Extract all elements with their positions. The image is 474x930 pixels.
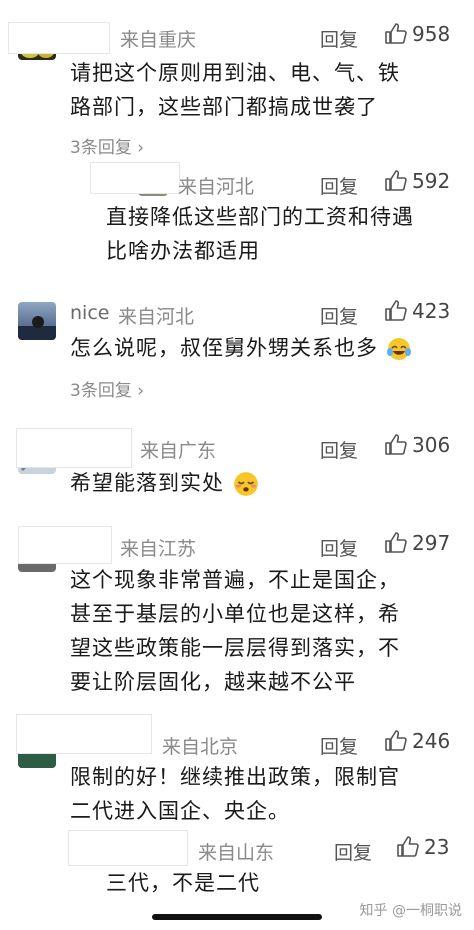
thumbs-up-icon	[385, 23, 407, 44]
thumbs-up-icon	[385, 434, 407, 455]
like-count: 246	[412, 729, 451, 753]
comment-text: 希望能落到实处	[70, 466, 260, 500]
like-count: 297	[412, 531, 451, 555]
comment-text: 怎么说呢，叔侄舅外甥关系也多	[70, 331, 412, 365]
like-count: 958	[412, 22, 451, 46]
thumbs-up-icon	[385, 300, 407, 321]
thumbs-up-icon	[397, 836, 419, 857]
like-button[interactable]: 592	[384, 169, 450, 193]
relieved-face-emoji-icon	[233, 472, 258, 496]
watermark: 知乎 @一桐职说	[359, 903, 462, 919]
comment-text: 三代，不是二代	[106, 871, 260, 895]
view-replies-link[interactable]: 3条回复 ›	[70, 133, 144, 158]
reply-button[interactable]: 回复	[334, 838, 372, 865]
comment-location: 来自河北	[118, 306, 195, 328]
avatar[interactable]	[18, 302, 56, 340]
comment-text: 直接降低这些部门的工资和待遇 比啥办法都适用	[106, 205, 414, 263]
like-button[interactable]: 306	[384, 433, 450, 457]
like-button[interactable]: 423	[384, 299, 450, 323]
comment-text: 这个现象非常普遍，不止是国企， 甚至于基层的小单位也是这样，希 望这些政策能一层…	[70, 568, 400, 694]
comment-location: 来自山东	[198, 842, 275, 864]
comment-location: 来自河北	[178, 176, 255, 198]
username-redacted	[16, 714, 152, 754]
like-count: 423	[412, 299, 451, 323]
username-redacted	[68, 830, 188, 866]
comment-location: 来自江苏	[120, 538, 197, 560]
like-button[interactable]: 246	[384, 729, 450, 753]
comment-text: 限制的好！继续推出政策，限制官 二代进入国企、央企。	[70, 765, 400, 823]
like-button[interactable]: 958	[384, 22, 450, 46]
reply-button[interactable]: 回复	[320, 436, 358, 463]
like-button[interactable]: 23	[396, 835, 449, 859]
reply-button[interactable]: 回复	[320, 302, 358, 329]
like-button[interactable]: 297	[384, 531, 450, 555]
like-count: 592	[412, 169, 451, 193]
username-redacted	[16, 428, 132, 468]
view-replies-link[interactable]: 3条回复 ›	[70, 376, 144, 401]
reply-button[interactable]: 回复	[320, 172, 358, 199]
comment-location: 来自北京	[162, 736, 239, 758]
comment-location: 来自广东	[140, 440, 217, 462]
comment-text: 请把这个原则用到油、电、气、铁 路部门，这些部门都搞成世袭了	[70, 61, 400, 119]
reply-button[interactable]: 回复	[320, 25, 358, 52]
comment-location: 来自重庆	[120, 29, 197, 51]
laughing-crying-emoji-icon	[386, 338, 411, 360]
reply-button[interactable]: 回复	[320, 732, 358, 759]
comment-username[interactable]: nice	[70, 302, 109, 324]
username-redacted	[18, 526, 112, 564]
username-redacted	[8, 22, 110, 54]
thumbs-up-icon	[385, 170, 407, 191]
thumbs-up-icon	[385, 532, 407, 553]
like-count: 23	[424, 835, 450, 859]
like-count: 306	[412, 433, 451, 457]
username-redacted	[90, 162, 180, 194]
home-indicator[interactable]	[152, 914, 322, 920]
reply-button[interactable]: 回复	[320, 534, 358, 561]
thumbs-up-icon	[385, 730, 407, 751]
